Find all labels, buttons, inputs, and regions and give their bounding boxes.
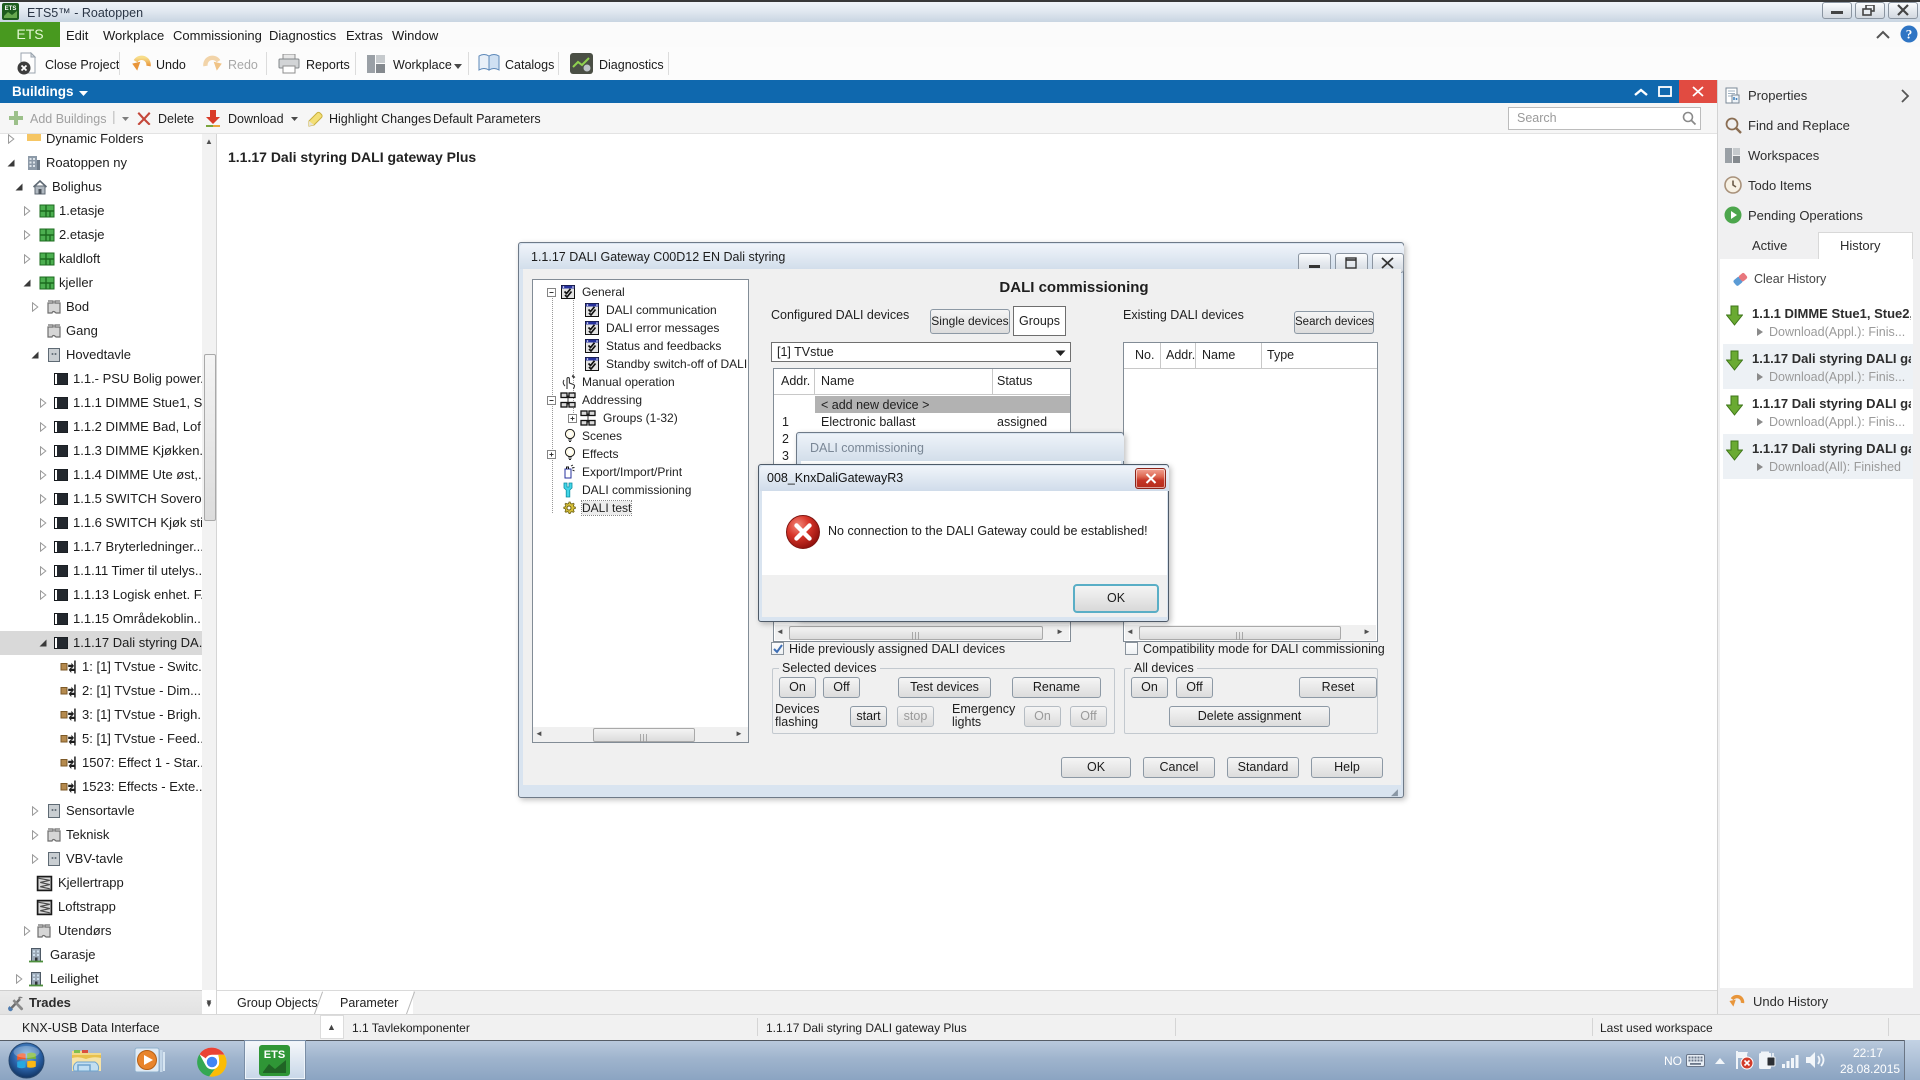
svg-text:ETS: ETS: [5, 6, 17, 12]
svg-text:?: ?: [1906, 27, 1913, 42]
svg-text:ETS: ETS: [264, 1049, 285, 1061]
